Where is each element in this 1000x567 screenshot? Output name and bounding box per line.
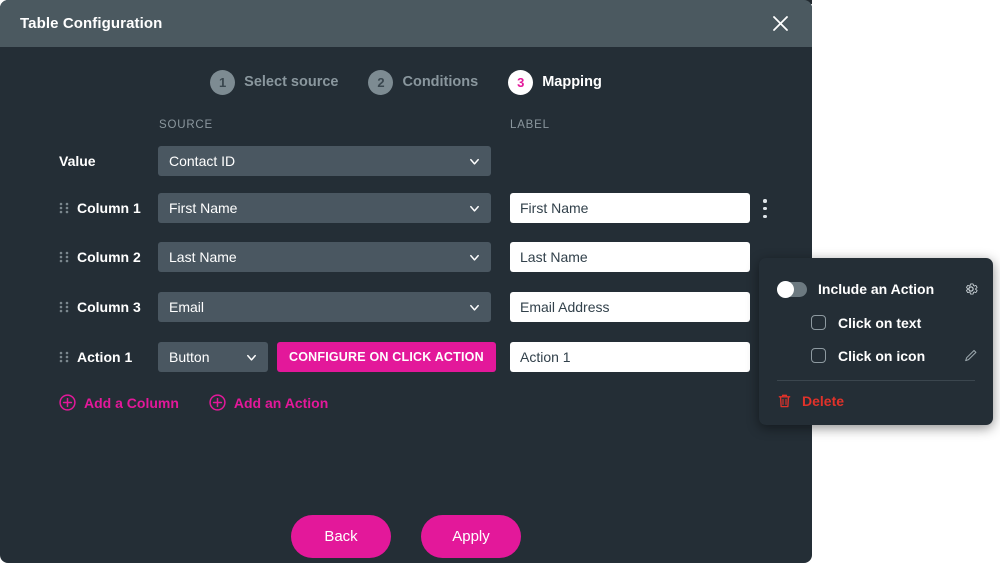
add-an-action-button[interactable]: Add an Action bbox=[209, 394, 328, 411]
row-name: Value bbox=[59, 153, 96, 169]
chevron-down-icon bbox=[470, 304, 479, 311]
step-conditions[interactable]: 2 Conditions bbox=[368, 69, 479, 95]
add-a-column-button[interactable]: Add a Column bbox=[59, 394, 179, 411]
wizard-stepper: 1 Select source 2 Conditions 3 Mapping bbox=[0, 65, 812, 99]
modal-footer: Back Apply bbox=[0, 515, 812, 558]
row-name: Column 3 bbox=[77, 299, 141, 315]
row-name: Column 1 bbox=[77, 200, 141, 216]
click-on-icon-row: Click on icon bbox=[759, 339, 993, 372]
step-label: Select source bbox=[244, 74, 339, 90]
table-configuration-modal: Table Configuration 1 Select source 2 Co… bbox=[0, 0, 812, 563]
row-name: Action 1 bbox=[77, 349, 133, 365]
plus-circle-icon bbox=[209, 394, 226, 411]
page-title: Table Configuration bbox=[20, 15, 163, 32]
drag-handle-icon[interactable] bbox=[59, 201, 73, 215]
action-context-menu: Include an Action Click on text Click on… bbox=[759, 258, 993, 425]
chevron-down-icon bbox=[470, 254, 479, 261]
trash-icon bbox=[778, 394, 791, 408]
source-select-value-text: First Name bbox=[169, 200, 238, 216]
click-on-text-checkbox[interactable] bbox=[811, 315, 826, 330]
drag-handle-icon[interactable] bbox=[59, 250, 73, 264]
delete-label: Delete bbox=[802, 393, 845, 409]
include-an-action-toggle[interactable] bbox=[777, 280, 807, 298]
add-a-column-label: Add a Column bbox=[84, 394, 179, 411]
table-row: Column 1 First Name bbox=[0, 193, 812, 223]
pencil-icon[interactable] bbox=[963, 348, 979, 364]
delete-button[interactable]: Delete bbox=[759, 387, 993, 415]
modal-titlebar: Table Configuration bbox=[0, 0, 812, 47]
close-icon[interactable] bbox=[766, 10, 794, 38]
row-label-column-3: Column 3 bbox=[59, 292, 141, 322]
source-select-column-3[interactable]: Email bbox=[158, 292, 491, 322]
step-mapping[interactable]: 3 Mapping bbox=[508, 69, 602, 95]
click-on-text-row: Click on text bbox=[759, 306, 993, 339]
gear-icon[interactable] bbox=[963, 281, 979, 297]
drag-handle-icon[interactable] bbox=[59, 300, 73, 314]
add-an-action-label: Add an Action bbox=[233, 394, 329, 411]
step-number: 1 bbox=[210, 69, 236, 95]
drag-handle-icon[interactable] bbox=[59, 350, 73, 364]
chevron-down-icon bbox=[470, 158, 479, 165]
source-select-value-text: Last Name bbox=[169, 249, 237, 265]
configure-on-click-action-button[interactable]: CONFIGURE ON CLICK ACTION bbox=[277, 342, 496, 372]
chevron-down-icon bbox=[470, 205, 479, 212]
include-an-action-row: Include an Action bbox=[759, 272, 993, 306]
label-input-column-3[interactable] bbox=[510, 292, 750, 322]
source-select-column-1[interactable]: First Name bbox=[158, 193, 491, 223]
step-label: Mapping bbox=[542, 74, 602, 90]
include-an-action-label: Include an Action bbox=[818, 281, 935, 297]
label-input-column-2[interactable] bbox=[510, 242, 750, 272]
source-select-value-text: Email bbox=[169, 299, 205, 315]
step-number: 2 bbox=[368, 69, 394, 95]
column-header-label: LABEL bbox=[510, 119, 550, 131]
click-on-text-label: Click on text bbox=[838, 314, 922, 331]
menu-separator bbox=[777, 380, 975, 381]
table-row: Value Contact ID bbox=[0, 146, 812, 176]
source-select-value[interactable]: Contact ID bbox=[158, 146, 491, 176]
source-select-action-1[interactable]: Button bbox=[158, 342, 268, 372]
row-menu-icon[interactable] bbox=[758, 199, 772, 218]
row-name: Column 2 bbox=[77, 249, 141, 265]
toggle-knob bbox=[777, 280, 794, 298]
column-header-source: SOURCE bbox=[159, 119, 214, 131]
click-on-icon-checkbox[interactable] bbox=[811, 348, 826, 363]
click-on-icon-label: Click on icon bbox=[838, 347, 926, 364]
step-label: Conditions bbox=[402, 74, 479, 90]
row-label-column-2: Column 2 bbox=[59, 242, 141, 272]
table-row: Column 3 Email bbox=[0, 292, 812, 322]
source-select-value-text: Contact ID bbox=[169, 153, 236, 169]
label-input-column-1[interactable] bbox=[510, 193, 750, 223]
add-links-group: Add a Column Add an Action bbox=[59, 394, 328, 411]
table-row: Action 1 Button CONFIGURE ON CLICK ACTIO… bbox=[0, 342, 812, 372]
row-label-column-1: Column 1 bbox=[59, 193, 141, 223]
step-number: 3 bbox=[508, 69, 534, 95]
row-label-action-1: Action 1 bbox=[59, 342, 132, 372]
source-select-value-text: Button bbox=[169, 349, 210, 365]
apply-button[interactable]: Apply bbox=[421, 515, 521, 558]
label-input-action-1[interactable] bbox=[510, 342, 750, 372]
source-select-column-2[interactable]: Last Name bbox=[158, 242, 491, 272]
step-select-source[interactable]: 1 Select source bbox=[210, 69, 339, 95]
table-row: Column 2 Last Name bbox=[0, 242, 812, 272]
chevron-down-icon bbox=[247, 354, 256, 361]
back-button[interactable]: Back bbox=[291, 515, 391, 558]
row-label-value: Value bbox=[59, 146, 96, 176]
plus-circle-icon bbox=[59, 394, 76, 411]
